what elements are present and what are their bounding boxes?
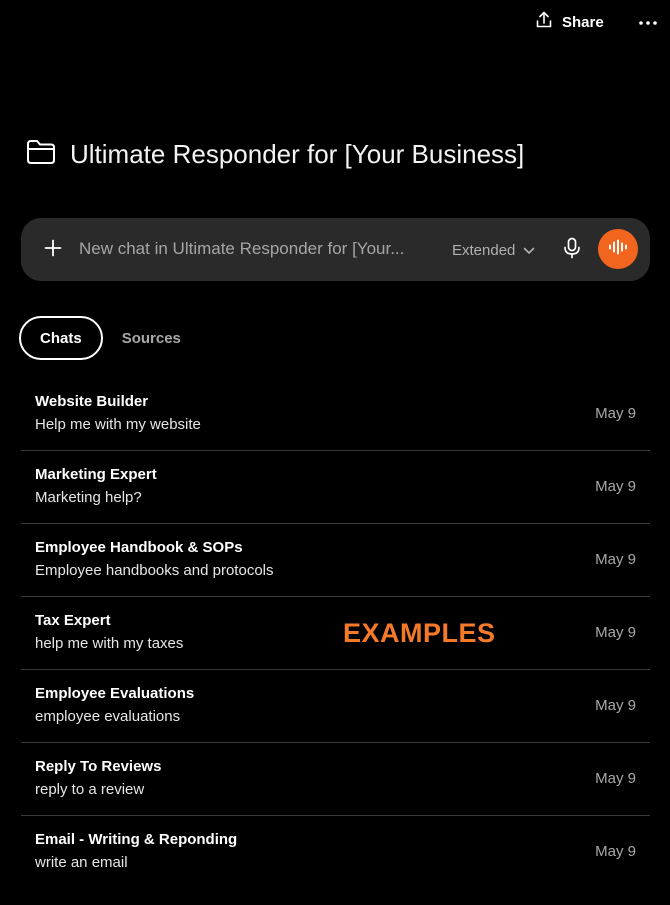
- chat-date: May 9: [595, 843, 636, 860]
- share-button[interactable]: Share: [534, 10, 604, 34]
- folder-icon: [26, 139, 56, 170]
- chat-subtitle: Employee handbooks and protocols: [35, 562, 274, 579]
- chat-title: Reply To Reviews: [35, 758, 162, 775]
- chat-title: Employee Handbook & SOPs: [35, 539, 243, 556]
- add-attachment-button[interactable]: [41, 238, 65, 262]
- project-header: Ultimate Responder for [Your Business]: [26, 134, 524, 174]
- microphone-icon: [563, 237, 581, 264]
- chat-row-website-builder[interactable]: Website Builder Help me with my website …: [21, 378, 650, 451]
- more-horizontal-icon: [638, 13, 658, 31]
- chevron-down-icon: [523, 242, 535, 259]
- new-chat-input[interactable]: [79, 236, 439, 262]
- top-bar: Share: [0, 0, 670, 44]
- chat-subtitle: employee evaluations: [35, 708, 181, 725]
- chat-date: May 9: [595, 697, 636, 714]
- chat-row-employee-evaluations[interactable]: Employee Evaluations employee evaluation…: [21, 670, 650, 743]
- more-options-button[interactable]: [636, 12, 660, 32]
- model-mode-dropdown[interactable]: Extended: [452, 239, 535, 261]
- chat-title: Employee Evaluations: [35, 685, 195, 702]
- chat-subtitle: Help me with my website: [35, 416, 201, 433]
- chat-subtitle: help me with my taxes: [35, 635, 184, 652]
- chat-date: May 9: [595, 551, 636, 568]
- chat-row-marketing-expert[interactable]: Marketing Expert Marketing help? May 9: [21, 451, 650, 524]
- chat-list: Website Builder Help me with my website …: [21, 378, 650, 889]
- examples-overlay-label: EXAMPLES: [343, 618, 496, 648]
- chat-row-employee-handbook[interactable]: Employee Handbook & SOPs Employee handbo…: [21, 524, 650, 597]
- dictate-button[interactable]: [560, 237, 584, 264]
- chat-title: Tax Expert: [35, 612, 111, 629]
- share-upload-icon: [534, 10, 554, 34]
- mode-label: Extended: [452, 241, 516, 259]
- chat-subtitle: Marketing help?: [35, 489, 142, 506]
- chat-date: May 9: [595, 624, 636, 641]
- chat-subtitle: reply to a review: [35, 781, 145, 798]
- chat-date: May 9: [595, 770, 636, 787]
- chat-row-reply-to-reviews[interactable]: Reply To Reviews reply to a review May 9: [21, 743, 650, 816]
- plus-icon: [44, 239, 62, 262]
- chat-date: May 9: [595, 478, 636, 495]
- chat-date: May 9: [595, 405, 636, 422]
- new-chat-composer: Extended: [21, 218, 650, 281]
- chat-title: Email - Writing & Reponding: [35, 831, 238, 848]
- chat-row-email-writing[interactable]: Email - Writing & Reponding write an ema…: [21, 816, 650, 889]
- voice-waveform-icon: [608, 239, 628, 260]
- page-title: Ultimate Responder for [Your Business]: [70, 138, 525, 169]
- tab-sources[interactable]: Sources: [103, 316, 199, 360]
- voice-mode-button[interactable]: [598, 229, 638, 269]
- chat-row-tax-expert[interactable]: Tax Expert help me with my taxes May 9: [21, 597, 650, 670]
- chat-subtitle: write an email: [35, 854, 128, 871]
- chat-title: Marketing Expert: [35, 466, 157, 483]
- chat-title: Website Builder: [35, 393, 149, 410]
- share-label: Share: [562, 13, 604, 31]
- project-tabs: Chats Sources: [19, 314, 199, 362]
- tab-chats[interactable]: Chats: [19, 316, 103, 360]
